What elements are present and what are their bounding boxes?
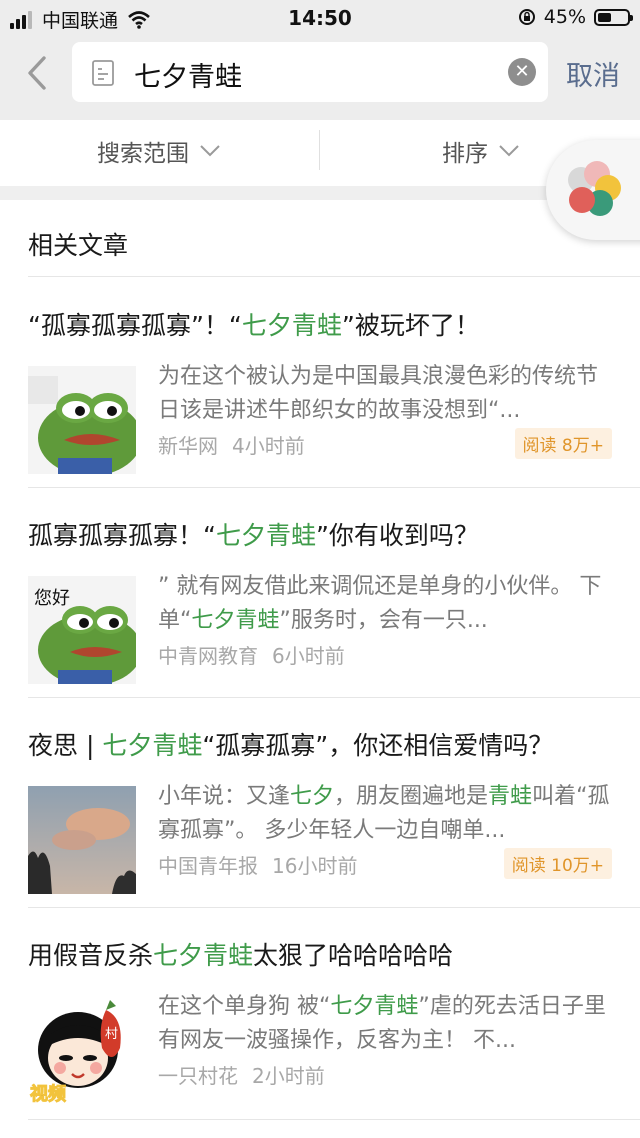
article-source: 中青网教育 [158, 644, 258, 668]
flower-logo-icon [568, 161, 621, 216]
status-bar: 中国联通 14:50 45% [0, 0, 640, 36]
battery-percent: 45% [543, 6, 586, 28]
title-highlight: 七夕青蛙 [153, 941, 254, 970]
title-text: ”你有收到吗？ [315, 521, 479, 550]
read-count-badge: 阅读 8万+ [514, 428, 612, 459]
article-source: 中国青年报 [158, 854, 258, 878]
frog-meme-image: 您好 [28, 576, 136, 684]
article-thumbnail: 村 视频 [28, 996, 136, 1104]
search-input[interactable]: 七夕青蛙 ✕ [72, 42, 548, 102]
sort-filter-label: 排序 [442, 141, 488, 167]
scope-filter-label: 搜索范围 [97, 141, 189, 167]
article-time: 4小时前 [232, 434, 305, 458]
article-thumbnail [28, 786, 136, 894]
article-snippet: 小年说：又逢七夕，朋友圈遍地是青蛙叫着“孤寡孤寡”。 多少年轻人一边自嘲单... [158, 780, 614, 848]
snippet-text: 在这个单身狗 被“ [158, 994, 331, 1019]
article-snippet: 为在这个被认为是中国最具浪漫色彩的传统节日该是讲述牛郎织女的故事没想到“... [158, 364, 599, 423]
article-title[interactable]: 夜思 | 七夕青蛙“孤寡孤寡”，你还相信爱情吗？ [28, 726, 553, 762]
title-text: ”被玩坏了！ [341, 311, 480, 340]
thumb-caption: 视频 [30, 1083, 66, 1104]
title-highlight: 七夕青蛙 [102, 731, 203, 760]
battery-icon [594, 8, 633, 26]
chevron-down-icon [200, 145, 220, 157]
rotation-lock-icon [518, 9, 535, 25]
floating-shortcut-button[interactable] [546, 140, 640, 240]
article-snippet: ” 就有网友借此来调侃还是单身的小伙伴。 下单“七夕青蛙”服务时，会有一只... [158, 570, 614, 638]
snippet-text: ”服务时，会有一只... [279, 608, 488, 633]
article-title[interactable]: “孤寡孤寡孤寡”！“七夕青蛙”被玩坏了！ [28, 306, 480, 342]
title-text: “孤寡孤寡孤寡”！“ [28, 311, 242, 340]
article-thumbnail [28, 366, 136, 474]
article-time: 2小时前 [252, 1064, 325, 1088]
filter-bar: 搜索范围 排序 [0, 120, 640, 186]
article-meta: 一只村花 2小时前 [158, 1060, 325, 1089]
article-meta: 中青网教育 6小时前 [158, 640, 345, 669]
snippet-highlight: 七夕青蛙 [191, 608, 280, 633]
article-title[interactable]: 孤寡孤寡孤寡！“七夕青蛙”你有收到吗？ [28, 516, 479, 552]
title-highlight: 七夕青蛙 [215, 521, 316, 550]
item-divider [28, 1119, 640, 1120]
search-header: 七夕青蛙 ✕ 取消 [0, 36, 640, 120]
chevron-down-icon [499, 145, 519, 157]
scope-filter[interactable]: 搜索范围 [97, 134, 221, 168]
search-query: 七夕青蛙 [134, 62, 242, 93]
article-item[interactable]: “孤寡孤寡孤寡”！“七夕青蛙”被玩坏了！ 为在这个被认为是中国最具浪漫色彩的传统… [0, 278, 640, 488]
article-time: 16小时前 [272, 854, 358, 878]
snippet-highlight: 青蛙 [488, 784, 533, 809]
snippet-highlight: 七夕青蛙 [330, 994, 419, 1019]
article-thumbnail: 您好 [28, 576, 136, 684]
article-snippet: 在这个单身狗 被“七夕青蛙”虐的死去活日子里 有网友一波骚操作，反客为主！ 不.… [158, 990, 614, 1058]
title-text: “孤寡孤寡”，你还相信爱情吗？ [202, 731, 554, 760]
read-count-badge: 阅读 10万+ [503, 848, 612, 879]
filter-divider [319, 130, 320, 170]
section-divider [28, 276, 640, 277]
sort-filter[interactable]: 排序 [442, 134, 520, 168]
cancel-button[interactable]: 取消 [566, 54, 620, 93]
thumb-caption: 您好 [34, 588, 70, 609]
frog-meme-image [28, 366, 136, 474]
title-text: 夜思 | [28, 731, 103, 760]
title-highlight: 七夕青蛙 [241, 311, 342, 340]
article-source: 一只村花 [158, 1064, 238, 1088]
title-text: 孤寡孤寡孤寡！“ [28, 521, 216, 550]
article-meta: 新华网 4小时前 [158, 430, 305, 459]
snippet-highlight: 七夕 [290, 784, 335, 809]
snippet-text: ，朋友圈遍地是 [334, 784, 489, 809]
article-meta: 中国青年报 16小时前 [158, 850, 357, 879]
document-icon [92, 60, 114, 86]
article-item[interactable]: 孤寡孤寡孤寡！“七夕青蛙”你有收到吗？ 您好 ” 就有网友借此来调侃还是单身的小… [0, 488, 640, 698]
separator-band [0, 186, 640, 200]
section-title: 相关文章 [28, 231, 129, 260]
clear-icon[interactable]: ✕ [508, 58, 536, 86]
article-item[interactable]: 用假音反杀七夕青蛙太狠了哈哈哈哈哈 村 视频 在这个单身狗 被“七夕青蛙”虐的死… [0, 908, 640, 1120]
article-source: 新华网 [158, 434, 218, 458]
snippet-text: 小年说：又逢 [158, 784, 291, 809]
thumb-badge-text: 村 [105, 1027, 118, 1042]
sky-photo-image [28, 786, 136, 894]
article-time: 6小时前 [272, 644, 345, 668]
title-text: 用假音反杀 [28, 941, 154, 970]
title-text: 太狠了哈哈哈哈哈 [253, 941, 454, 970]
chevron-left-icon[interactable] [20, 54, 54, 92]
cartoon-girl-image: 村 视频 [28, 996, 136, 1104]
article-title[interactable]: 用假音反杀七夕青蛙太狠了哈哈哈哈哈 [28, 936, 453, 972]
article-item[interactable]: 夜思 | 七夕青蛙“孤寡孤寡”，你还相信爱情吗？ 小年说：又逢七夕，朋友圈遍地是… [0, 698, 640, 908]
